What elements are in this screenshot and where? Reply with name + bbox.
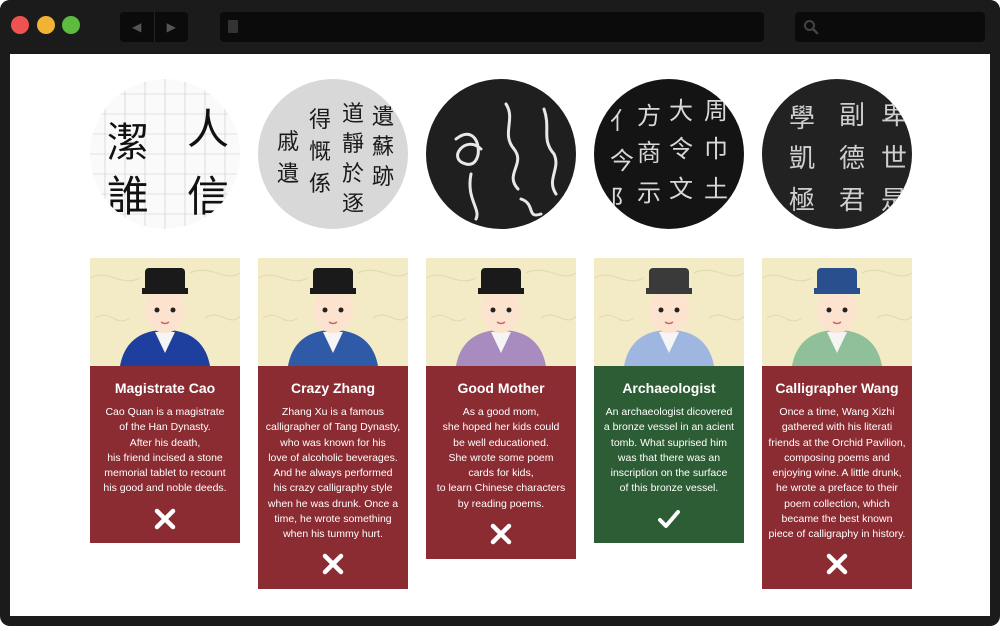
back-arrow-icon: ◀ [132,20,142,34]
card-title: Crazy Zhang [290,380,375,396]
svg-text:遺: 遺 [372,105,394,130]
running-script-image: 遺蘇跡 道靜於逐 得慨係 戚遺 [258,79,408,229]
character-portrait [594,258,744,366]
page-icon [228,20,238,33]
search-icon [804,20,819,35]
character-card[interactable]: Crazy Zhang Zhang Xu is a famous calligra… [258,366,408,589]
card-title: Archaeologist [622,380,716,396]
cursive-script-image [426,79,576,229]
svg-text:人: 人 [187,105,229,154]
regular-script-image: 人 潔 信 誰 [90,79,240,229]
clerical-script-image: 卑副學 世德凱 是君極 [762,79,912,229]
svg-text:今: 今 [610,147,634,175]
svg-text:方: 方 [637,102,661,130]
calligraphy-sample-cursive-script[interactable] [426,79,576,229]
page-content: 人 潔 信 誰 遺蘇跡 道靜於逐 得慨係 戚遺 亻 方 大 周 今 商 令 巾 … [10,54,990,616]
svg-text:大: 大 [669,97,693,125]
svg-text:是: 是 [881,186,907,216]
svg-text:德: 德 [839,144,865,174]
svg-text:蘇: 蘇 [372,135,394,160]
svg-text:於: 於 [342,162,364,187]
close-window-button[interactable] [11,16,29,34]
card-description: An archaeologist dicovered a bronze vess… [603,406,735,495]
forward-button[interactable]: ▶ [153,12,189,42]
character-portrait [258,258,408,366]
character-card[interactable]: Archaeologist An archaeologist dicovered … [594,366,744,543]
forward-arrow-icon: ▶ [166,20,176,34]
svg-text:商: 商 [637,139,661,167]
svg-text:遺: 遺 [277,162,299,187]
svg-text:周: 周 [704,97,728,125]
check-icon[interactable] [658,508,680,530]
card-description: As a good mom, she hoped her kids could … [436,406,566,510]
svg-text:潔: 潔 [107,118,149,167]
minimize-window-button[interactable] [37,16,55,34]
svg-text:得: 得 [309,108,331,133]
card-title: Calligrapher Wang [775,380,899,396]
svg-text:逐: 逐 [342,192,364,217]
svg-text:巾: 巾 [704,135,728,163]
calligraphy-sample-bronze-script[interactable]: 亻方大周 今商令巾 阝示文土 [594,79,744,229]
x-icon[interactable] [490,523,512,545]
character-card[interactable]: Calligrapher Wang Once a time, Wang Xizhi… [762,366,912,589]
character-portrait [426,258,576,366]
calligraphy-sample-clerical-script[interactable]: 卑副學 世德凱 是君極 [762,79,912,229]
search-bar[interactable] [795,12,985,42]
x-icon[interactable] [154,508,176,530]
svg-text:戚: 戚 [277,130,299,155]
character-portrait [762,258,912,366]
character-portrait [90,258,240,366]
card-description: Once a time, Wang Xizhi gathered with hi… [768,406,906,541]
svg-text:卑: 卑 [881,101,907,131]
x-icon[interactable] [322,553,344,575]
svg-text:凱: 凱 [789,144,815,174]
card-description: Cao Quan is a magistrate of the Han Dyna… [103,406,227,495]
svg-text:土: 土 [704,175,728,203]
svg-text:靜: 靜 [342,132,364,157]
bronze-script-image: 亻方大周 今商令巾 阝示文土 [594,79,744,229]
svg-text:副: 副 [839,101,865,131]
svg-text:慨: 慨 [309,140,331,165]
card-description: Zhang Xu is a famous calligrapher of Tan… [265,406,401,541]
svg-text:亻: 亻 [610,107,634,135]
svg-text:極: 極 [789,186,815,216]
browser-toolbar: ◀ ▶ [0,0,1000,52]
back-button[interactable]: ◀ [120,12,154,42]
x-icon[interactable] [826,553,848,575]
svg-text:君: 君 [839,186,865,216]
browser-window: ◀ ▶ 人 潔 信 誰 遺 蘇 跡 道 靜 於 逐 得 慨 係 戚 遺 亻 方 … [0,0,1000,626]
character-card[interactable]: Good Mother As a good mom, she hoped her … [426,366,576,559]
svg-text:學: 學 [789,104,815,134]
svg-text:道: 道 [342,102,364,127]
svg-text:令: 令 [669,135,693,163]
navigation-buttons: ◀ ▶ [120,12,188,42]
card-title: Good Mother [457,380,545,396]
calligraphy-sample-regular-script[interactable]: 人 潔 信 誰 [90,79,240,229]
svg-text:示: 示 [637,179,661,207]
svg-text:係: 係 [309,172,331,197]
svg-text:信: 信 [187,172,229,221]
svg-text:誰: 誰 [107,172,149,221]
calligraphy-sample-running-script[interactable]: 遺蘇跡 道靜於逐 得慨係 戚遺 [258,79,408,229]
svg-text:世: 世 [881,144,907,174]
card-title: Magistrate Cao [114,380,216,396]
maximize-window-button[interactable] [62,16,80,34]
character-card[interactable]: Magistrate Cao Cao Quan is a magistrate o… [90,366,240,543]
svg-text:跡: 跡 [372,165,394,190]
svg-text:文: 文 [669,175,693,203]
svg-text:阝: 阝 [610,185,634,213]
address-bar[interactable] [220,12,764,42]
